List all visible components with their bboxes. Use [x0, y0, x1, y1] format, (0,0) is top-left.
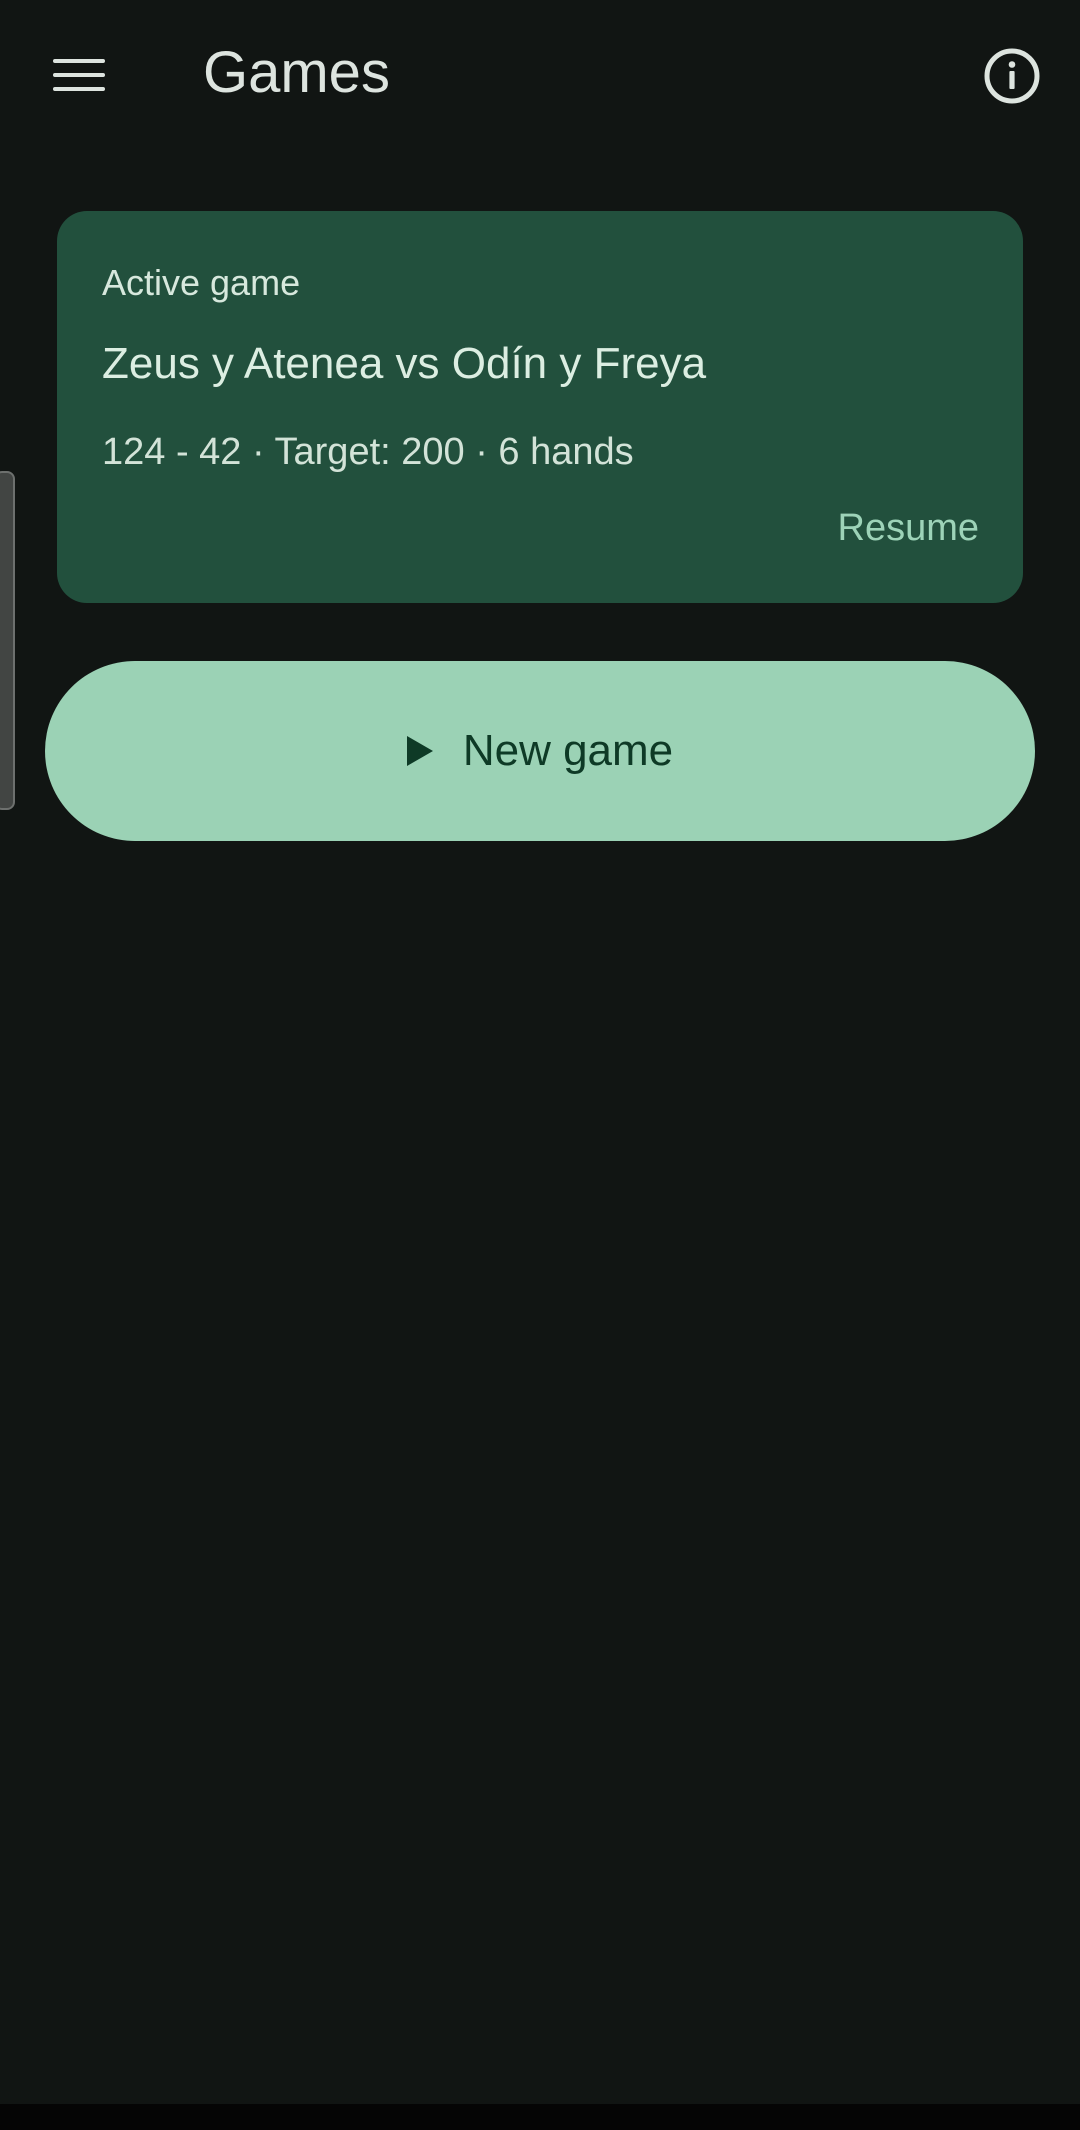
top-app-bar: Games [0, 0, 1080, 150]
edge-drawer-handle[interactable] [0, 471, 15, 810]
info-icon [984, 48, 1040, 104]
new-game-label: New game [462, 726, 674, 775]
new-game-button[interactable]: New game [45, 661, 1035, 841]
system-navigation-bar [0, 2104, 1080, 2130]
active-game-score: 124 - 42 · Target: 200 · 6 hands [102, 431, 634, 473]
resume-button[interactable]: Resume [826, 501, 992, 555]
active-game-label: Active game [102, 262, 301, 303]
active-game-teams: Zeus y Atenea vs Odín y Freya [102, 339, 707, 388]
page-title: Games [203, 40, 390, 105]
info-button[interactable] [976, 40, 1048, 112]
active-game-card[interactable]: Active game Zeus y Atenea vs Odín y Frey… [57, 211, 1023, 603]
play-icon [406, 736, 433, 766]
menu-button[interactable] [39, 39, 119, 111]
